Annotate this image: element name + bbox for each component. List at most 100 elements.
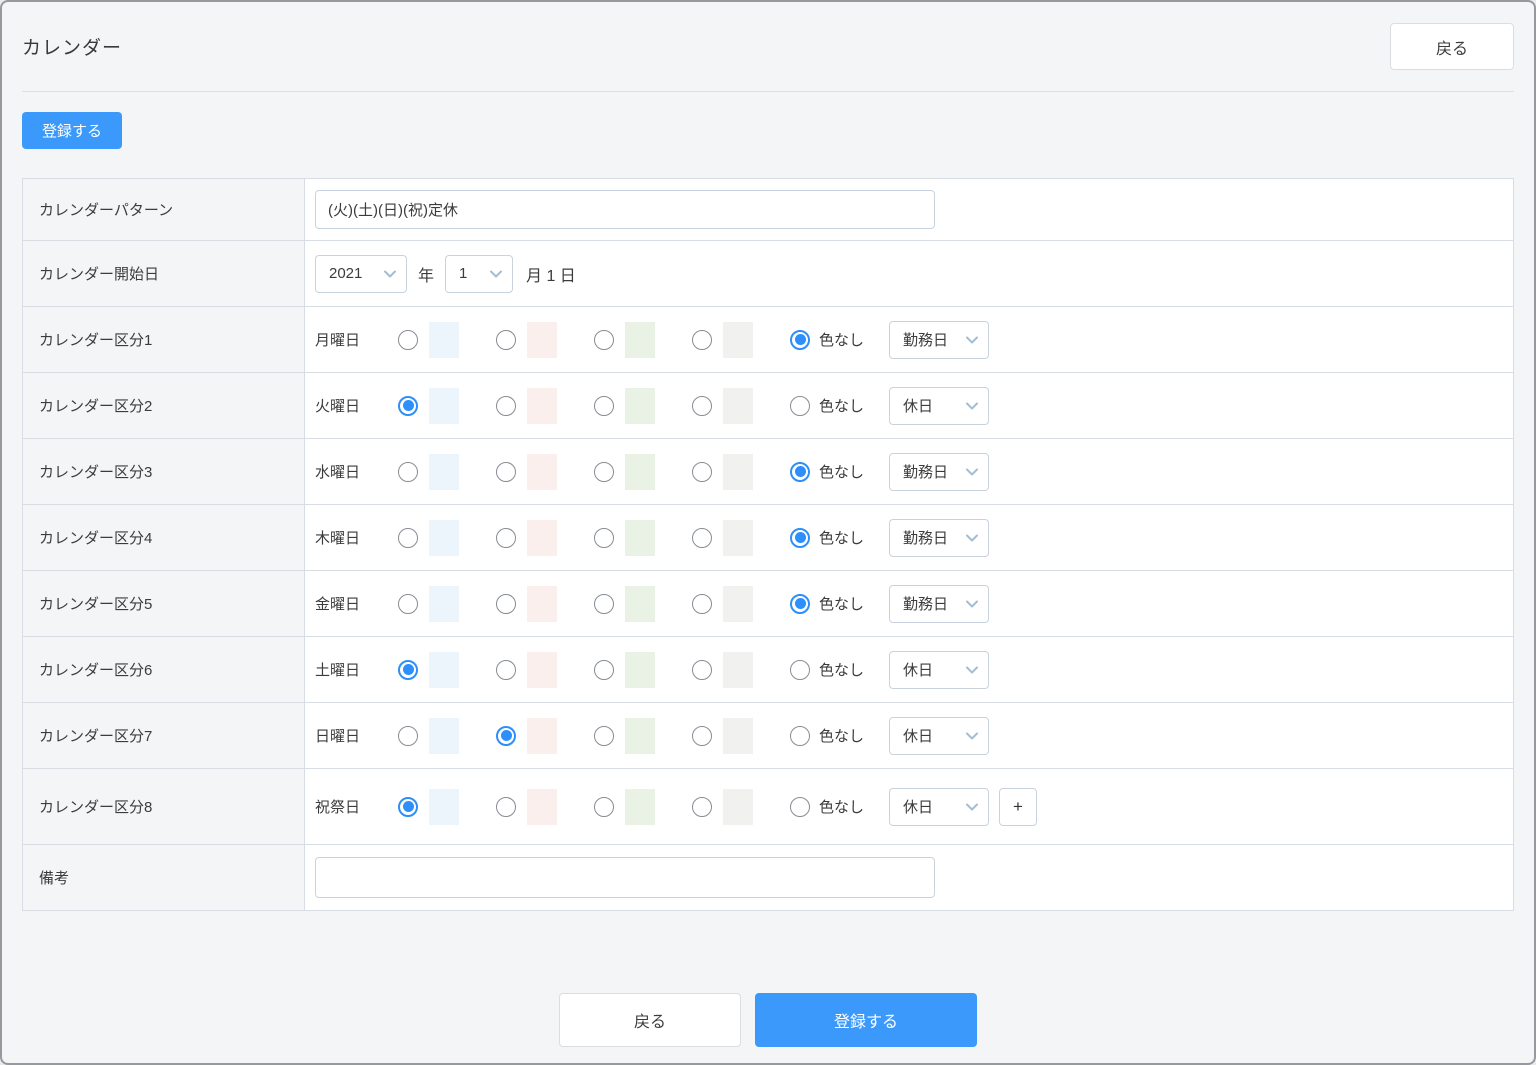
color-radio[interactable] <box>692 395 712 416</box>
color-swatch <box>625 453 655 490</box>
color-radio[interactable] <box>496 527 516 548</box>
division-label: カレンダー区分1 <box>23 307 305 372</box>
day-type-value: 休日 <box>903 799 934 816</box>
color-radio[interactable] <box>496 593 516 614</box>
color-radio[interactable] <box>692 527 712 548</box>
year-select-value: 2021 <box>329 265 363 282</box>
month-select[interactable]: 1 <box>445 254 514 293</box>
color-radio[interactable] <box>594 659 614 680</box>
page-title: カレンダー <box>22 38 123 59</box>
chevron-down-icon <box>966 600 979 607</box>
color-radio[interactable] <box>398 329 418 350</box>
no-color-radio[interactable] <box>790 659 810 680</box>
register-button-top[interactable]: 登録する <box>22 112 123 149</box>
color-swatch <box>527 788 557 825</box>
color-radio[interactable] <box>692 659 712 680</box>
color-radio[interactable] <box>594 527 614 548</box>
color-swatch <box>625 651 655 688</box>
no-color-option: 色なし <box>790 796 864 817</box>
color-radio[interactable] <box>496 659 516 680</box>
color-radio[interactable] <box>398 659 418 680</box>
no-color-option: 色なし <box>790 329 864 350</box>
color-radio[interactable] <box>398 725 418 746</box>
no-color-radio[interactable] <box>790 593 810 614</box>
color-option-4 <box>692 519 753 556</box>
no-color-radio[interactable] <box>790 796 810 817</box>
color-radio[interactable] <box>594 593 614 614</box>
color-radio[interactable] <box>398 395 418 416</box>
color-radio[interactable] <box>398 461 418 482</box>
color-swatch <box>429 453 459 490</box>
year-select[interactable]: 2021 <box>315 254 407 293</box>
back-button-bottom[interactable]: 戻る <box>559 993 741 1047</box>
color-radio[interactable] <box>692 796 712 817</box>
color-radio[interactable] <box>496 329 516 350</box>
division-row: カレンダー区分6 土曜日 色なし 休日 <box>23 636 1513 702</box>
pattern-input[interactable] <box>315 190 935 229</box>
day-label: 金曜日 <box>315 596 361 613</box>
color-radio[interactable] <box>692 593 712 614</box>
back-button[interactable]: 戻る <box>1390 23 1514 70</box>
division-row: カレンダー区分8 祝祭日 色なし 休日 + <box>23 768 1513 844</box>
division-label: カレンダー区分4 <box>23 505 305 570</box>
division-label: カレンダー区分7 <box>23 703 305 768</box>
color-radio[interactable] <box>594 395 614 416</box>
chevron-down-icon <box>966 732 979 739</box>
color-swatch <box>625 788 655 825</box>
color-radio[interactable] <box>594 461 614 482</box>
no-color-radio[interactable] <box>790 395 810 416</box>
day-type-select[interactable]: 勤務日 <box>889 518 990 557</box>
day-type-select[interactable]: 休日 <box>889 787 990 826</box>
start-date-label: カレンダー開始日 <box>23 241 305 306</box>
color-radio[interactable] <box>398 796 418 817</box>
color-option-1 <box>398 717 459 754</box>
division-row: カレンダー区分3 水曜日 色なし 勤務日 <box>23 438 1513 504</box>
day-type-select[interactable]: 勤務日 <box>889 452 990 491</box>
day-type-select[interactable]: 勤務日 <box>889 320 990 359</box>
day-type-select[interactable]: 勤務日 <box>889 584 990 623</box>
register-button-bottom[interactable]: 登録する <box>755 993 977 1047</box>
color-radio[interactable] <box>594 725 614 746</box>
day-type-select[interactable]: 休日 <box>889 386 990 425</box>
color-option-3 <box>594 788 655 825</box>
no-color-radio[interactable] <box>790 725 810 746</box>
chevron-down-icon <box>384 270 396 277</box>
color-radio[interactable] <box>496 395 516 416</box>
color-option-1 <box>398 453 459 490</box>
no-color-label: 色なし <box>819 464 865 481</box>
color-option-2 <box>496 453 557 490</box>
no-color-radio[interactable] <box>790 527 810 548</box>
color-swatch <box>723 387 753 424</box>
color-radio[interactable] <box>594 796 614 817</box>
start-date-row: カレンダー開始日 2021 年 1 月 1 日 <box>23 240 1513 306</box>
color-option-2 <box>496 651 557 688</box>
color-radio[interactable] <box>496 725 516 746</box>
color-radio[interactable] <box>398 527 418 548</box>
color-radio[interactable] <box>692 461 712 482</box>
color-option-1 <box>398 651 459 688</box>
day-label: 水曜日 <box>315 464 361 481</box>
day-type-select[interactable]: 休日 <box>889 650 990 689</box>
color-radio[interactable] <box>496 796 516 817</box>
color-radio[interactable] <box>692 725 712 746</box>
day-label: 土曜日 <box>315 662 361 679</box>
no-color-radio[interactable] <box>790 329 810 350</box>
color-swatch <box>625 717 655 754</box>
no-color-radio[interactable] <box>790 461 810 482</box>
day-type-value: 休日 <box>903 728 934 745</box>
day-label: 木曜日 <box>315 530 361 547</box>
calendar-settings-page: カレンダー 戻る 登録する カレンダーパターン カレンダー開始日 2021 年 … <box>0 0 1536 1065</box>
day-type-value: 勤務日 <box>903 332 949 349</box>
toolbar: 登録する <box>22 112 1514 149</box>
remarks-input[interactable] <box>315 857 935 898</box>
color-radio[interactable] <box>496 461 516 482</box>
color-radio[interactable] <box>594 329 614 350</box>
no-color-option: 色なし <box>790 395 864 416</box>
chevron-down-icon <box>966 666 979 673</box>
day-type-select[interactable]: 休日 <box>889 716 990 755</box>
color-radio[interactable] <box>398 593 418 614</box>
color-radio[interactable] <box>692 329 712 350</box>
color-option-1 <box>398 585 459 622</box>
add-division-button[interactable]: + <box>999 787 1038 826</box>
day-label: 月曜日 <box>315 332 361 349</box>
